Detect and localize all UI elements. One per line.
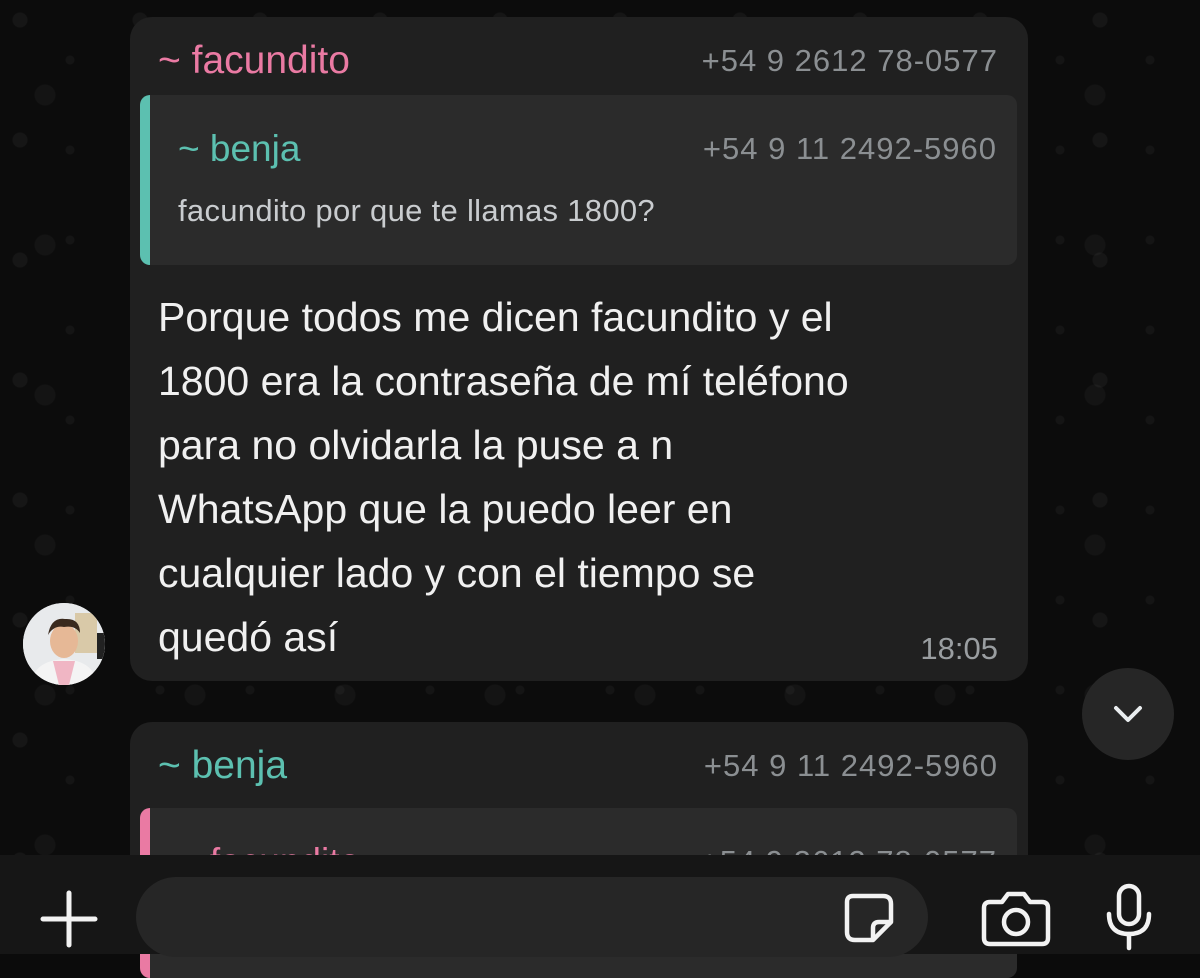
scroll-to-bottom-button[interactable]	[1082, 668, 1174, 760]
attach-button[interactable]	[32, 882, 106, 956]
camera-button[interactable]	[978, 882, 1054, 952]
quoted-message[interactable]: ~ benja +54 9 11 2492-5960 facundito por…	[140, 95, 1017, 265]
message-input[interactable]	[136, 877, 928, 957]
sticker-icon	[844, 893, 894, 943]
quoted-sender-phone: +54 9 11 2492-5960	[702, 131, 997, 166]
plus-icon	[40, 890, 98, 948]
chevron-down-icon	[1114, 706, 1142, 722]
message-text: Porque todos me dicen facundito y el 180…	[158, 294, 849, 660]
message-header: ~ facundito +54 9 2612 78-0577	[158, 39, 998, 83]
microphone-icon	[1106, 883, 1152, 951]
quoted-text: facundito por que te llamas 1800?	[178, 193, 655, 228]
message-time: 18:05	[920, 631, 998, 666]
avatar-image	[23, 603, 105, 685]
message-bubble[interactable]: ~ facundito +54 9 2612 78-0577 ~ benja +…	[130, 17, 1028, 681]
avatar[interactable]	[23, 603, 105, 685]
microphone-button[interactable]	[1098, 880, 1160, 954]
quoted-sender-name: ~ benja	[178, 128, 301, 169]
sticker-button[interactable]	[836, 885, 902, 951]
quote-accent-bar	[140, 95, 150, 265]
sender-phone: +54 9 2612 78-0577	[701, 43, 998, 78]
sender-name[interactable]: ~ benja	[158, 744, 287, 788]
sender-phone: +54 9 11 2492-5960	[703, 748, 998, 783]
camera-icon	[981, 891, 1051, 947]
message-header: ~ benja +54 9 11 2492-5960	[158, 744, 998, 788]
quoted-header: ~ benja +54 9 11 2492-5960	[178, 128, 997, 169]
sender-name[interactable]: ~ facundito	[158, 39, 350, 83]
